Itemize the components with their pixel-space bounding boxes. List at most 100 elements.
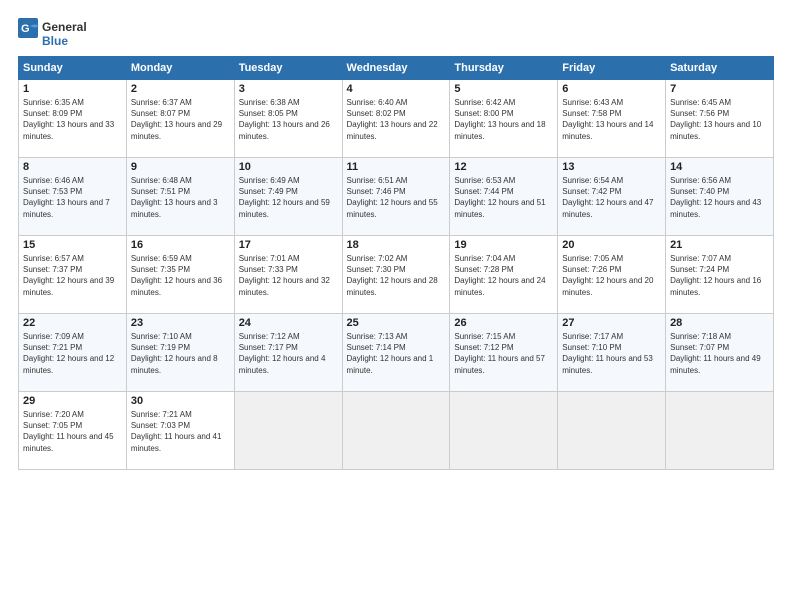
sunrise-text: Sunrise: 7:20 AM xyxy=(23,409,122,420)
col-tuesday: Tuesday xyxy=(234,57,342,80)
cell-content: Sunrise: 7:18 AM Sunset: 7:07 PM Dayligh… xyxy=(670,331,769,376)
day-number: 13 xyxy=(562,161,661,173)
daylight-text: Daylight: 11 hours and 57 minutes. xyxy=(454,353,553,375)
sunset-text: Sunset: 7:07 PM xyxy=(670,342,769,353)
daylight-text: Daylight: 13 hours and 22 minutes. xyxy=(347,119,446,141)
cell-content: Sunrise: 6:46 AM Sunset: 7:53 PM Dayligh… xyxy=(23,175,122,220)
daylight-text: Daylight: 12 hours and 55 minutes. xyxy=(347,197,446,219)
day-number: 3 xyxy=(239,83,338,95)
calendar-cell: 18 Sunrise: 7:02 AM Sunset: 7:30 PM Dayl… xyxy=(342,236,450,314)
daylight-text: Daylight: 12 hours and 8 minutes. xyxy=(131,353,230,375)
calendar-cell: 2 Sunrise: 6:37 AM Sunset: 8:07 PM Dayli… xyxy=(126,80,234,158)
calendar-cell xyxy=(666,392,774,470)
day-number: 22 xyxy=(23,317,122,329)
week-row-3: 15 Sunrise: 6:57 AM Sunset: 7:37 PM Dayl… xyxy=(19,236,774,314)
calendar-cell: 17 Sunrise: 7:01 AM Sunset: 7:33 PM Dayl… xyxy=(234,236,342,314)
sunset-text: Sunset: 8:07 PM xyxy=(131,108,230,119)
day-number: 17 xyxy=(239,239,338,251)
svg-text:G: G xyxy=(21,23,30,35)
sunset-text: Sunset: 7:56 PM xyxy=(670,108,769,119)
day-number: 5 xyxy=(454,83,553,95)
calendar-cell: 21 Sunrise: 7:07 AM Sunset: 7:24 PM Dayl… xyxy=(666,236,774,314)
day-number: 29 xyxy=(23,395,122,407)
calendar-cell: 8 Sunrise: 6:46 AM Sunset: 7:53 PM Dayli… xyxy=(19,158,127,236)
day-number: 7 xyxy=(670,83,769,95)
sunset-text: Sunset: 7:44 PM xyxy=(454,186,553,197)
sunrise-text: Sunrise: 6:57 AM xyxy=(23,253,122,264)
calendar-header-row: Sunday Monday Tuesday Wednesday Thursday… xyxy=(19,57,774,80)
day-number: 11 xyxy=(347,161,446,173)
calendar-cell: 13 Sunrise: 6:54 AM Sunset: 7:42 PM Dayl… xyxy=(558,158,666,236)
sunset-text: Sunset: 8:05 PM xyxy=(239,108,338,119)
sunset-text: Sunset: 7:58 PM xyxy=(562,108,661,119)
calendar-cell: 15 Sunrise: 6:57 AM Sunset: 7:37 PM Dayl… xyxy=(19,236,127,314)
sunset-text: Sunset: 7:19 PM xyxy=(131,342,230,353)
col-sunday: Sunday xyxy=(19,57,127,80)
calendar-cell: 4 Sunrise: 6:40 AM Sunset: 8:02 PM Dayli… xyxy=(342,80,450,158)
sunset-text: Sunset: 8:09 PM xyxy=(23,108,122,119)
sunrise-text: Sunrise: 7:05 AM xyxy=(562,253,661,264)
calendar-cell: 11 Sunrise: 6:51 AM Sunset: 7:46 PM Dayl… xyxy=(342,158,450,236)
cell-content: Sunrise: 6:45 AM Sunset: 7:56 PM Dayligh… xyxy=(670,97,769,142)
calendar-cell: 6 Sunrise: 6:43 AM Sunset: 7:58 PM Dayli… xyxy=(558,80,666,158)
cell-content: Sunrise: 7:02 AM Sunset: 7:30 PM Dayligh… xyxy=(347,253,446,298)
logo-blue-text: Blue xyxy=(42,34,87,48)
week-row-1: 1 Sunrise: 6:35 AM Sunset: 8:09 PM Dayli… xyxy=(19,80,774,158)
daylight-text: Daylight: 13 hours and 29 minutes. xyxy=(131,119,230,141)
sunrise-text: Sunrise: 6:38 AM xyxy=(239,97,338,108)
calendar-cell: 22 Sunrise: 7:09 AM Sunset: 7:21 PM Dayl… xyxy=(19,314,127,392)
sunrise-text: Sunrise: 7:17 AM xyxy=(562,331,661,342)
cell-content: Sunrise: 6:43 AM Sunset: 7:58 PM Dayligh… xyxy=(562,97,661,142)
day-number: 1 xyxy=(23,83,122,95)
calendar-cell: 28 Sunrise: 7:18 AM Sunset: 7:07 PM Dayl… xyxy=(666,314,774,392)
calendar-cell: 7 Sunrise: 6:45 AM Sunset: 7:56 PM Dayli… xyxy=(666,80,774,158)
calendar-cell xyxy=(450,392,558,470)
sunrise-text: Sunrise: 6:56 AM xyxy=(670,175,769,186)
cell-content: Sunrise: 7:12 AM Sunset: 7:17 PM Dayligh… xyxy=(239,331,338,376)
daylight-text: Daylight: 12 hours and 12 minutes. xyxy=(23,353,122,375)
cell-content: Sunrise: 7:04 AM Sunset: 7:28 PM Dayligh… xyxy=(454,253,553,298)
day-number: 21 xyxy=(670,239,769,251)
col-friday: Friday xyxy=(558,57,666,80)
sunset-text: Sunset: 7:33 PM xyxy=(239,264,338,275)
sunset-text: Sunset: 7:49 PM xyxy=(239,186,338,197)
sunrise-text: Sunrise: 6:54 AM xyxy=(562,175,661,186)
daylight-text: Daylight: 13 hours and 7 minutes. xyxy=(23,197,122,219)
cell-content: Sunrise: 7:07 AM Sunset: 7:24 PM Dayligh… xyxy=(670,253,769,298)
cell-content: Sunrise: 6:40 AM Sunset: 8:02 PM Dayligh… xyxy=(347,97,446,142)
sunset-text: Sunset: 7:14 PM xyxy=(347,342,446,353)
sunrise-text: Sunrise: 6:43 AM xyxy=(562,97,661,108)
sunset-text: Sunset: 7:30 PM xyxy=(347,264,446,275)
daylight-text: Daylight: 11 hours and 53 minutes. xyxy=(562,353,661,375)
cell-content: Sunrise: 6:48 AM Sunset: 7:51 PM Dayligh… xyxy=(131,175,230,220)
daylight-text: Daylight: 13 hours and 3 minutes. xyxy=(131,197,230,219)
cell-content: Sunrise: 7:09 AM Sunset: 7:21 PM Dayligh… xyxy=(23,331,122,376)
sunrise-text: Sunrise: 7:12 AM xyxy=(239,331,338,342)
sunset-text: Sunset: 7:42 PM xyxy=(562,186,661,197)
daylight-text: Daylight: 12 hours and 1 minute. xyxy=(347,353,446,375)
sunrise-text: Sunrise: 7:13 AM xyxy=(347,331,446,342)
sunrise-text: Sunrise: 7:09 AM xyxy=(23,331,122,342)
col-monday: Monday xyxy=(126,57,234,80)
sunrise-text: Sunrise: 6:48 AM xyxy=(131,175,230,186)
day-number: 30 xyxy=(131,395,230,407)
sunrise-text: Sunrise: 6:40 AM xyxy=(347,97,446,108)
cell-content: Sunrise: 6:51 AM Sunset: 7:46 PM Dayligh… xyxy=(347,175,446,220)
cell-content: Sunrise: 6:54 AM Sunset: 7:42 PM Dayligh… xyxy=(562,175,661,220)
calendar-table: Sunday Monday Tuesday Wednesday Thursday… xyxy=(18,56,774,470)
daylight-text: Daylight: 12 hours and 24 minutes. xyxy=(454,275,553,297)
sunset-text: Sunset: 7:28 PM xyxy=(454,264,553,275)
day-number: 23 xyxy=(131,317,230,329)
sunset-text: Sunset: 7:51 PM xyxy=(131,186,230,197)
day-number: 4 xyxy=(347,83,446,95)
sunrise-text: Sunrise: 7:18 AM xyxy=(670,331,769,342)
cell-content: Sunrise: 7:05 AM Sunset: 7:26 PM Dayligh… xyxy=(562,253,661,298)
daylight-text: Daylight: 12 hours and 28 minutes. xyxy=(347,275,446,297)
day-number: 24 xyxy=(239,317,338,329)
day-number: 2 xyxy=(131,83,230,95)
cell-content: Sunrise: 6:56 AM Sunset: 7:40 PM Dayligh… xyxy=(670,175,769,220)
sunset-text: Sunset: 8:02 PM xyxy=(347,108,446,119)
sunrise-text: Sunrise: 6:53 AM xyxy=(454,175,553,186)
calendar-cell: 3 Sunrise: 6:38 AM Sunset: 8:05 PM Dayli… xyxy=(234,80,342,158)
calendar-cell: 23 Sunrise: 7:10 AM Sunset: 7:19 PM Dayl… xyxy=(126,314,234,392)
